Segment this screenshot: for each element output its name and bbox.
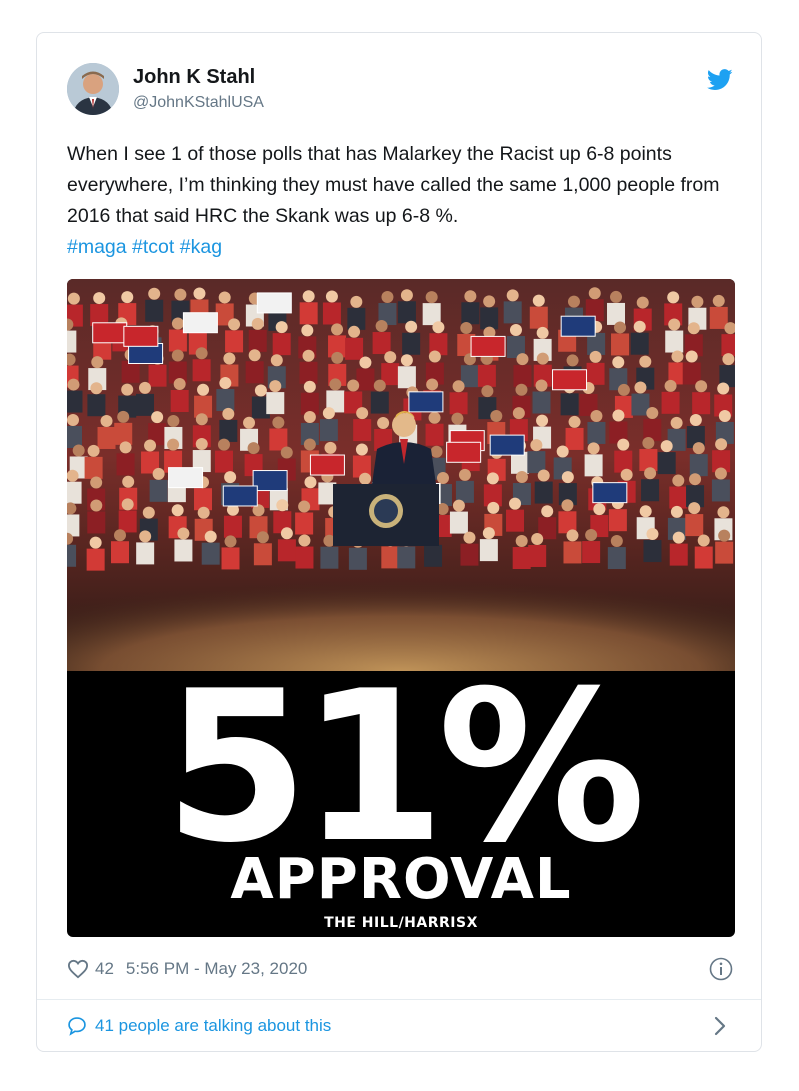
poll-source: THE HILL/HARRISX — [324, 915, 478, 931]
twitter-bird-icon[interactable] — [707, 69, 733, 91]
approval-percent: 51% — [164, 647, 646, 889]
hashtag-list: #maga #tcot #kag — [67, 232, 739, 263]
tweet-meta: 42 5:56 PM - May 23, 2020 — [67, 957, 307, 981]
hashtag-tcot[interactable]: #tcot — [132, 236, 174, 258]
approval-label: APPROVAL — [230, 847, 572, 912]
author-name[interactable]: John K Stahl — [133, 66, 255, 89]
rally-crowd-photo — [67, 279, 735, 671]
heart-icon[interactable] — [67, 959, 89, 979]
hashtag-kag[interactable]: #kag — [180, 236, 222, 258]
hashtag-maga[interactable]: #maga — [67, 236, 127, 258]
chevron-right-icon[interactable] — [713, 1015, 727, 1037]
author-handle[interactable]: @JohnKStahlUSA — [133, 94, 264, 112]
like-count[interactable]: 42 — [95, 959, 114, 979]
tweet-body: When I see 1 of those polls that has Mal… — [67, 143, 720, 227]
conversation-link[interactable]: 41 people are talking about this — [67, 1013, 331, 1039]
tweet-media[interactable]: 51% APPROVAL THE HILL/HARRISX — [67, 279, 735, 937]
author-avatar[interactable] — [67, 63, 119, 115]
tweet-timestamp[interactable]: 5:56 PM - May 23, 2020 — [126, 959, 307, 979]
divider — [37, 999, 761, 1000]
info-icon[interactable] — [709, 957, 733, 981]
speech-bubble-icon — [68, 1017, 86, 1036]
tweet-card: John K Stahl @JohnKStahlUSA When I see 1… — [36, 32, 762, 1052]
tweet-text: When I see 1 of those polls that has Mal… — [67, 139, 739, 263]
conversation-count: 41 people are talking about this — [95, 1016, 332, 1035]
